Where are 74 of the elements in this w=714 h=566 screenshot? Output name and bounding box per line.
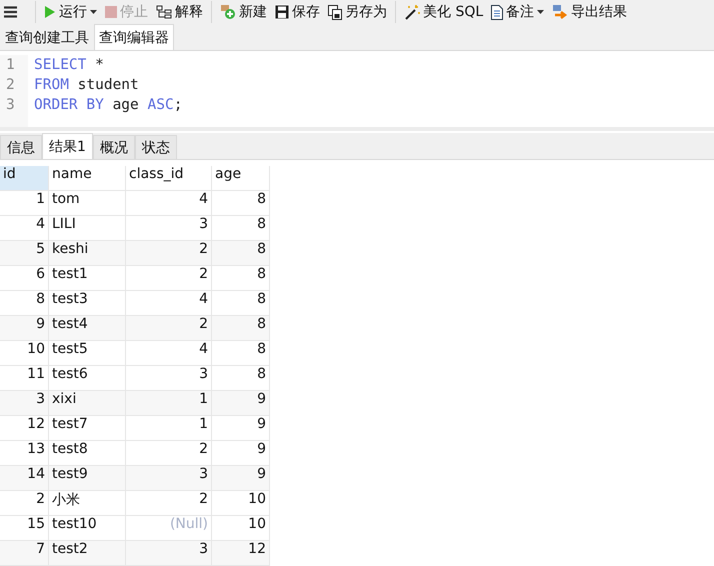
- table-cell: 8: [212, 191, 270, 216]
- table-cell: 8: [212, 266, 270, 291]
- table-cell: 2: [0, 491, 49, 516]
- table-cell: 10: [212, 491, 270, 516]
- table-cell: xixi: [49, 391, 126, 416]
- table-cell: test7: [49, 416, 126, 441]
- table-cell: 1: [126, 391, 212, 416]
- line-number: 1: [5, 56, 16, 76]
- table-cell: 4: [126, 341, 212, 366]
- table-cell: 3: [126, 541, 212, 566]
- diagram-icon: [156, 5, 172, 19]
- table-cell: 14: [0, 466, 49, 491]
- magic-wand-icon: [404, 4, 420, 20]
- stop-icon: [105, 6, 117, 18]
- save-icon: [275, 5, 289, 19]
- table-cell: 2: [126, 241, 212, 266]
- code-line: SELECT *: [34, 56, 105, 76]
- table-cell: test9: [49, 466, 126, 491]
- table-cell: 1: [0, 191, 49, 216]
- column-header[interactable]: age: [212, 166, 270, 191]
- table-cell: test4: [49, 316, 126, 341]
- table-cell: 3: [0, 391, 49, 416]
- table-cell: 8: [212, 241, 270, 266]
- table-cell: keshi: [49, 241, 126, 266]
- table-cell: 12: [212, 541, 270, 566]
- table-cell: 5: [0, 241, 49, 266]
- table-cell: 2: [126, 491, 212, 516]
- table-cell: 12: [0, 416, 49, 441]
- table-cell: test1: [49, 266, 126, 291]
- column-header[interactable]: id: [0, 166, 49, 191]
- table-cell: 4: [126, 191, 212, 216]
- play-icon: [44, 5, 56, 19]
- table-cell: 8: [212, 316, 270, 341]
- table-cell: 9: [212, 466, 270, 491]
- table-cell: 2: [126, 316, 212, 341]
- line-number: 2: [5, 76, 16, 96]
- saveas-button[interactable]: 另存为: [324, 0, 391, 24]
- table-cell: 9: [212, 391, 270, 416]
- table-cell: 8: [212, 341, 270, 366]
- table-cell: 7: [0, 541, 49, 566]
- result-tab[interactable]: 概况: [92, 135, 135, 159]
- save-as-icon: [328, 4, 342, 20]
- beautify-button[interactable]: 美化 SQL: [400, 0, 488, 24]
- table-cell: 2: [126, 266, 212, 291]
- table-cell: 小米: [49, 491, 126, 516]
- explain-button[interactable]: 解释: [152, 0, 207, 24]
- table-cell: 6: [0, 266, 49, 291]
- new-icon: [220, 4, 236, 20]
- column-header[interactable]: name: [49, 166, 126, 191]
- export-button[interactable]: 导出结果: [548, 0, 632, 24]
- table-cell: tom: [49, 191, 126, 216]
- code-line: ORDER BY age ASC;: [34, 96, 182, 116]
- result-tab[interactable]: 结果1: [42, 133, 93, 159]
- table-cell: test5: [49, 341, 126, 366]
- table-cell: 9: [0, 316, 49, 341]
- table-cell: 1: [126, 416, 212, 441]
- result-tab[interactable]: 信息: [0, 135, 42, 159]
- menu-icon: [4, 6, 17, 18]
- run-button[interactable]: 运行: [40, 0, 101, 24]
- document-icon: [491, 4, 504, 20]
- note-button[interactable]: 备注: [487, 0, 548, 24]
- column-header[interactable]: class_id: [126, 166, 212, 191]
- line-number: 3: [5, 96, 16, 116]
- save-button[interactable]: 保存: [271, 0, 324, 24]
- export-icon: [552, 4, 568, 20]
- editor-tab[interactable]: 查询编辑器: [94, 24, 174, 50]
- editor-tab[interactable]: 查询创建工具: [0, 24, 94, 50]
- table-cell: 3: [126, 466, 212, 491]
- table-cell: 10: [0, 341, 49, 366]
- table-cell: 9: [212, 416, 270, 441]
- code-line: FROM student: [34, 76, 140, 96]
- table-cell: test2: [49, 541, 126, 566]
- new-button[interactable]: 新建: [216, 0, 271, 24]
- result-tab[interactable]: 状态: [134, 135, 177, 159]
